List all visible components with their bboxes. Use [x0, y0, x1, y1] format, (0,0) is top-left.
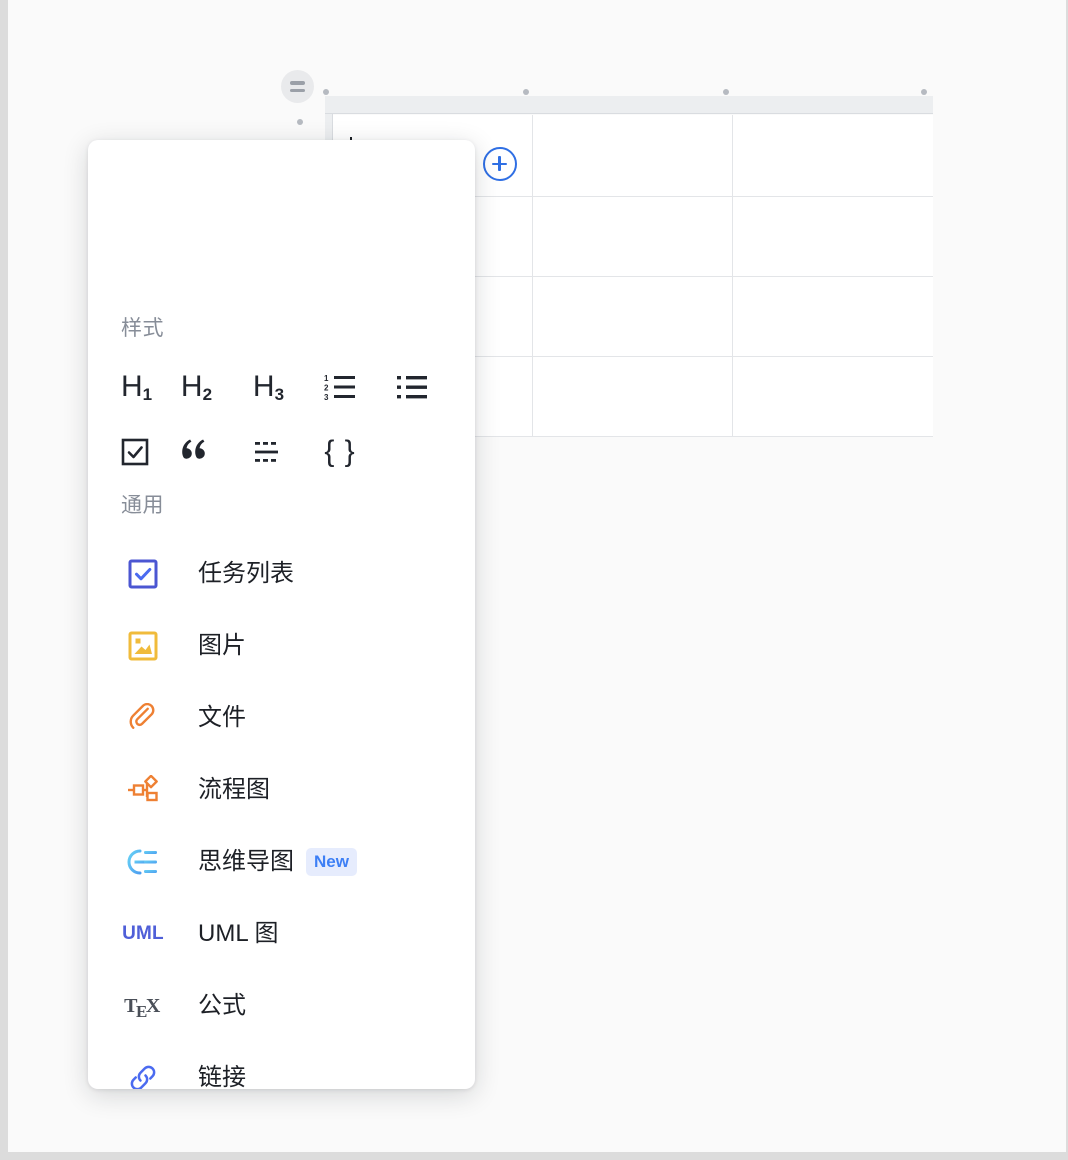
- document-page: 样式 H1 H2 H3 1 2 3 {} 通用 任务列表 图片 文件 流程图 …: [8, 0, 1066, 1152]
- svg-text:2: 2: [324, 384, 329, 393]
- mindmap-icon: [127, 849, 157, 875]
- menu-item-mindmap[interactable]: 思维导图 New: [88, 826, 475, 898]
- table-cell[interactable]: [733, 277, 933, 357]
- svg-text:1: 1: [324, 374, 329, 383]
- drag-handle-bar: [290, 81, 305, 85]
- menu-item-file[interactable]: 文件: [88, 682, 475, 754]
- section-label-general: 通用: [121, 494, 164, 517]
- code-braces-icon: { }: [324, 435, 356, 468]
- table-corner-marker[interactable]: [297, 119, 303, 125]
- menu-item-text: UML 图: [198, 922, 278, 946]
- menu-item-text: 链接: [198, 1064, 246, 1090]
- menu-item-label: 文件: [198, 704, 246, 731]
- heading-1-button[interactable]: H1: [88, 365, 160, 409]
- menu-item-formula[interactable]: TEX 公式: [88, 970, 475, 1042]
- menu-item-link[interactable]: 链接: [88, 1042, 475, 1089]
- table-column-marker[interactable]: [523, 89, 529, 95]
- table-cell[interactable]: [533, 197, 733, 277]
- menu-item-label: 流程图: [198, 776, 270, 803]
- heading-3-button[interactable]: H3: [232, 365, 304, 409]
- image-icon: [128, 631, 158, 661]
- heading-3-icon: H3: [252, 370, 284, 404]
- table-column-marker[interactable]: [723, 89, 729, 95]
- table-cell[interactable]: [533, 277, 733, 357]
- menu-item-text: 文件: [198, 706, 246, 730]
- table-column-marker[interactable]: [921, 89, 927, 95]
- new-badge: New: [306, 848, 357, 876]
- heading-1-icon: H1: [121, 370, 152, 404]
- menu-item-text: 任务列表: [198, 562, 294, 586]
- code-block-button[interactable]: { }: [304, 430, 376, 474]
- menu-item-task-list[interactable]: 任务列表: [88, 538, 475, 610]
- ordered-list-icon: 1 2 3: [324, 374, 355, 401]
- uml-icon: UML: [122, 923, 164, 944]
- section-label-style: 样式: [121, 317, 164, 340]
- menu-item-flowchart[interactable]: 流程图: [88, 754, 475, 826]
- menu-item-icon-slot: TEX: [88, 994, 198, 1021]
- menu-item-label: 图片: [198, 632, 246, 659]
- table-cell[interactable]: [733, 197, 933, 277]
- bullet-list-icon: [397, 376, 427, 399]
- table-cell[interactable]: [533, 115, 733, 197]
- menu-item-text: 流程图: [198, 778, 270, 802]
- quote-icon: [182, 439, 205, 459]
- task-list-icon: [128, 559, 158, 589]
- menu-item-icon-slot: UML: [88, 923, 198, 945]
- style-icon-row-2: { }: [88, 430, 376, 474]
- menu-item-label: UML 图: [198, 920, 279, 947]
- menu-item-icon-slot: [88, 775, 198, 805]
- menu-item-label: 任务列表: [198, 560, 294, 587]
- menu-item-label: 公式: [198, 992, 246, 1019]
- menu-item-icon-slot: [88, 703, 198, 733]
- menu-item-icon-slot: [88, 559, 198, 589]
- flowchart-icon: [128, 775, 158, 802]
- svg-text:3: 3: [324, 393, 329, 401]
- tex-icon: TEX: [124, 994, 160, 1021]
- table-cell[interactable]: [733, 115, 933, 197]
- menu-item-text: 图片: [198, 634, 246, 658]
- bullet-list-button[interactable]: [376, 365, 448, 409]
- menu-item-icon-slot: [88, 631, 198, 661]
- menu-item-icon-slot: [88, 847, 198, 877]
- heading-2-icon: H2: [180, 370, 212, 404]
- table-column-header-strip[interactable]: [325, 96, 933, 114]
- slash-command-menu[interactable]: 样式 H1 H2 H3 1 2 3 {} 通用 任务列表 图片 文件 流程图 …: [88, 140, 475, 1089]
- checkbox-list-button[interactable]: [88, 430, 160, 474]
- menu-item-icon-slot: [88, 1063, 198, 1089]
- table-cell[interactable]: [733, 357, 933, 437]
- quote-button[interactable]: [160, 430, 232, 474]
- link-icon: [130, 1065, 156, 1089]
- ordered-list-button[interactable]: 1 2 3: [304, 365, 376, 409]
- menu-item-label: 思维导图: [198, 848, 294, 875]
- divider-button[interactable]: [232, 430, 304, 474]
- menu-item-text: 公式: [198, 994, 246, 1018]
- menu-item-uml[interactable]: UML UML 图: [88, 898, 475, 970]
- add-button[interactable]: [483, 147, 517, 181]
- table-cell[interactable]: [533, 357, 733, 437]
- table-column-marker[interactable]: [323, 89, 329, 95]
- drag-handle-icon[interactable]: [281, 70, 314, 103]
- checkbox-icon: [121, 438, 149, 466]
- style-icon-row-1: H1 H2 H3 1 2 3: [88, 365, 448, 409]
- paperclip-icon: [129, 703, 155, 729]
- divider-icon: [255, 442, 278, 462]
- menu-item-text: 思维导图 New: [198, 848, 357, 876]
- menu-item-label: 链接: [198, 1064, 246, 1090]
- drag-handle-bar: [290, 88, 305, 92]
- heading-2-button[interactable]: H2: [160, 365, 232, 409]
- menu-item-image[interactable]: 图片: [88, 610, 475, 682]
